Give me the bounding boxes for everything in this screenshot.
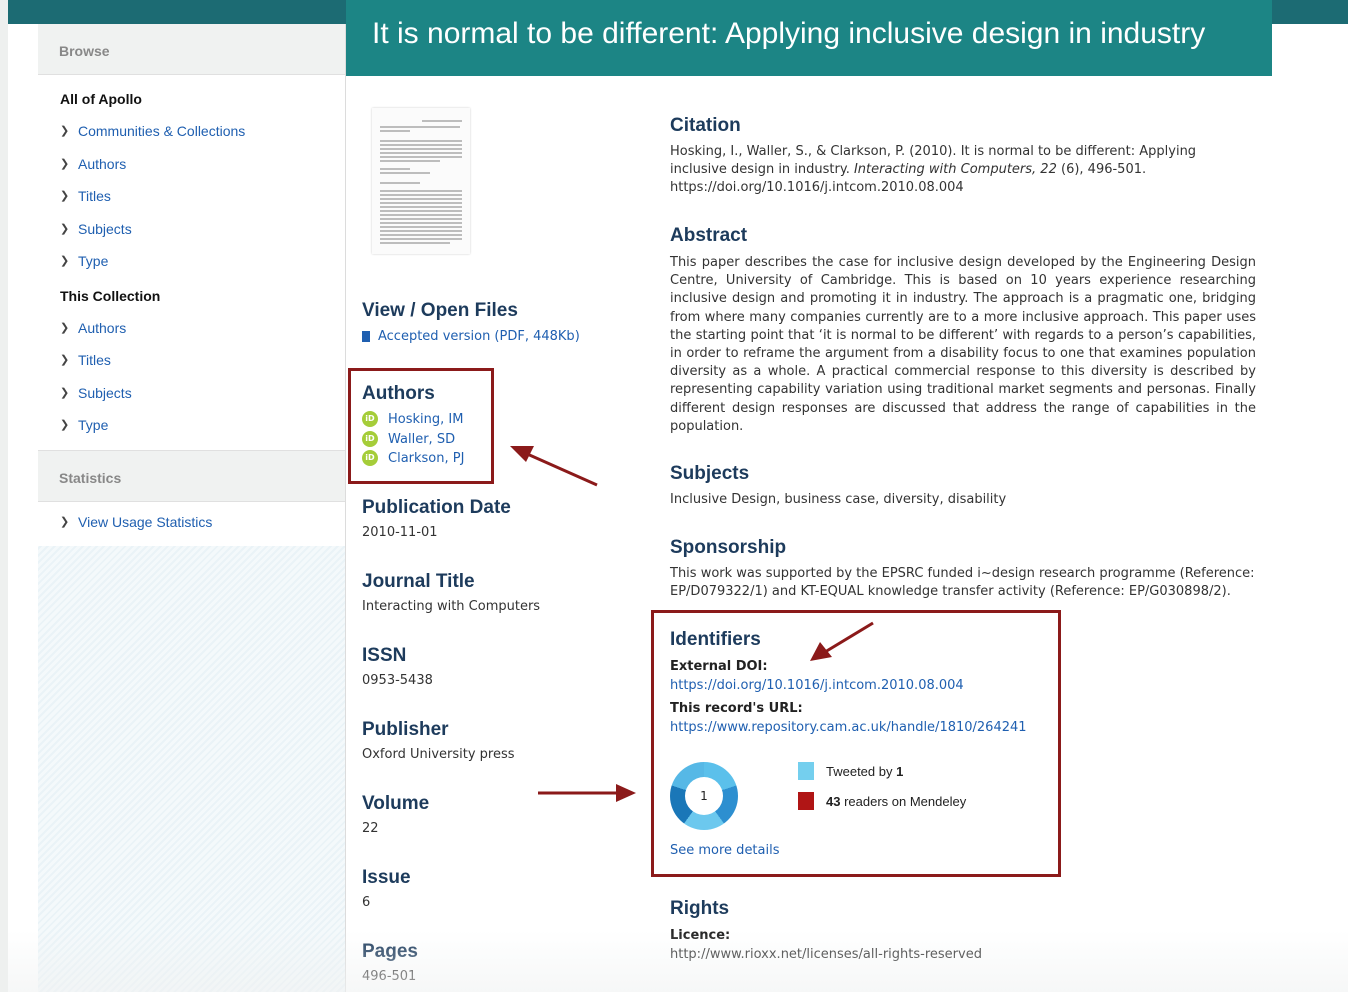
chevron-right-icon: ❯ [60,386,70,399]
chevron-right-icon: ❯ [60,222,70,235]
sponsorship-text: This work was supported by the EPSRC fun… [670,566,1255,600]
chevron-right-icon: ❯ [60,157,70,170]
publication-date-value: 2010-11-01 [362,525,438,540]
arrow-to-authors-head [510,446,534,462]
sponsorship-heading: Sponsorship [670,537,787,558]
accepted-version-link[interactable]: Accepted version (PDF, 448Kb) [378,329,580,344]
view-open-files-heading: View / Open Files [362,300,518,321]
sidebar-item-titles[interactable]: ❯ Titles [38,180,345,213]
statistics-heading: Statistics [38,449,345,502]
sidebar: Browse All of Apollo ❯ Communities & Coll… [38,24,346,992]
abstract-text: This paper describes the case for inclus… [670,255,1256,434]
journal-title-value: Interacting with Computers [362,599,541,614]
abstract-heading: Abstract [670,225,748,246]
all-of-apollo-heading: All of Apollo [60,91,142,107]
issue-heading: Issue [362,867,411,888]
sidebar-item-usage-statistics[interactable]: ❯ View Usage Statistics [38,506,345,539]
this-collection-heading: This Collection [60,287,161,304]
licence-value: http://www.rioxx.net/licenses/all-rights… [670,947,982,962]
publisher-heading: Publisher [362,719,449,740]
volume-heading: Volume [362,793,430,814]
rights-heading: Rights [670,898,730,919]
authors-highlight-box [348,368,494,484]
file-icon [362,331,370,342]
sidebar-item-collection-titles[interactable]: ❯ Titles [38,344,345,377]
chevron-right-icon: ❯ [60,419,70,432]
sidebar-item-type[interactable]: ❯ Type [38,245,345,278]
chevron-right-icon: ❯ [60,515,70,528]
volume-value: 22 [362,821,379,836]
browse-block: All of Apollo ❯ Communities & Collections… [38,75,345,450]
file-link-row[interactable]: Accepted version (PDF, 448Kb) [362,329,580,344]
sidebar-item-collection-type[interactable]: ❯ Type [38,409,345,442]
left-edge [0,0,8,992]
chevron-right-icon: ❯ [60,255,70,268]
sidebar-item-authors[interactable]: ❯ Authors [38,148,345,181]
issn-value: 0953-5438 [362,673,433,688]
licence-label: Licence: [670,928,731,943]
identifiers-highlight-box [651,610,1061,877]
sidebar-item-collection-subjects[interactable]: ❯ Subjects [38,377,345,410]
issue-value: 6 [362,895,371,910]
sidebar-item-subjects[interactable]: ❯ Subjects [38,213,345,246]
statistics-block: ❯ View Usage Statistics [38,501,345,546]
chevron-right-icon: ❯ [60,125,70,138]
issn-heading: ISSN [362,645,407,666]
sidebar-item-communities[interactable]: ❯ Communities & Collections [38,115,345,148]
browse-heading: Browse [38,24,345,75]
document-thumbnail[interactable] [372,108,470,254]
sidebar-item-collection-authors[interactable]: ❯ Authors [38,312,345,345]
chevron-right-icon: ❯ [60,354,70,367]
citation-heading: Citation [670,115,741,136]
chevron-right-icon: ❯ [60,321,70,334]
arrow-to-authors [524,451,598,487]
subjects-text: Inclusive Design, business case, diversi… [670,492,1007,507]
pages-value: 496-501 [362,969,417,984]
pages-heading: Pages [362,941,418,962]
subjects-heading: Subjects [670,463,750,484]
publication-date-heading: Publication Date [362,497,511,518]
chevron-right-icon: ❯ [60,190,70,203]
journal-title-heading: Journal Title [362,571,475,592]
page-title: It is normal to be different: Applying i… [346,0,1272,76]
arrow-to-altmetric-head [616,784,636,802]
publisher-value: Oxford University press [362,747,515,762]
citation-text: Hosking, I., Waller, S., & Clarkson, P. … [670,144,1197,196]
